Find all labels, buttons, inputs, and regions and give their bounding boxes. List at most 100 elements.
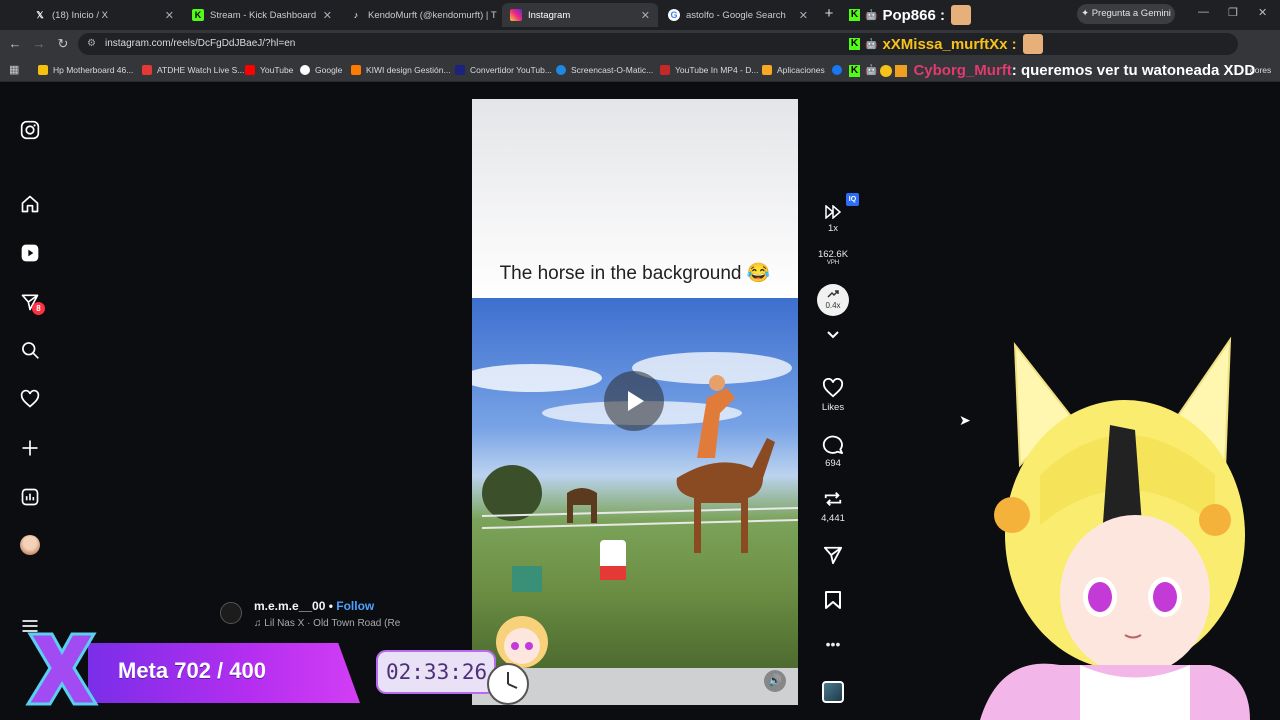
kick-icon: K [192,9,204,21]
repost-button[interactable]: 4,441 [813,489,853,524]
bookmark-label: ATDHE Watch Live S... [157,65,245,75]
repost-icon [824,491,842,507]
save-button[interactable] [813,590,853,614]
close-icon[interactable]: ✕ [317,9,332,22]
bookmark-item[interactable]: Convertidor YouTub... [455,62,552,78]
tab-label: (18) Inicio / X [52,9,108,21]
chat-message: K 🤖 xXMissa_murftXx : [849,34,1043,54]
bookmark-item[interactable]: Screencast-O-Matic... [556,62,653,78]
music-note-icon: ♫ [254,618,265,629]
tab-label: KendoMurft (@kendomurft) | T [368,9,497,21]
comments-count: 694 [825,458,841,469]
tab-x[interactable]: 𝕏 (18) Inicio / X ✕ [26,3,182,27]
new-tab-button[interactable]: + [820,5,838,23]
audio-row[interactable]: ♫ Lil Nas X · Old Town Road (Re [254,618,400,629]
tab-kick[interactable]: K Stream - Kick Dashboard ✕ [184,3,340,27]
avatar[interactable] [18,533,42,557]
bookmark-item[interactable]: YouTube [245,62,293,78]
forward-icon[interactable]: → [30,35,48,53]
url-input[interactable]: ⚙ instagram.com/reels/DcFgDdJBaeJ/?hl=en [78,33,1238,55]
share-button[interactable] [813,545,853,569]
emote-icon [950,5,971,25]
gemini-button[interactable]: ✦ Pregunta a Gemini [1077,4,1175,24]
facebook-icon [832,65,842,75]
dashboard-icon[interactable] [18,485,42,509]
apps-grid-icon[interactable]: ▦ [9,63,19,76]
x-logo-icon [25,632,99,706]
reload-icon[interactable]: ↻ [54,35,72,53]
site-icon [455,65,465,75]
bookmark-item[interactable]: KIWI design Gestión... [351,62,451,78]
bookmark-label: Hp Motherboard 46... [53,65,134,75]
search-icon[interactable] [18,338,42,362]
bookmark-item[interactable]: Aplicaciones [762,62,825,78]
emote-icon [1022,34,1043,54]
chevron-down-button[interactable] [813,330,853,344]
restore-icon[interactable]: ❐ [1228,6,1238,19]
heart-icon[interactable] [18,387,42,411]
speed-label: 1x [827,223,839,234]
chat-username: Pop866 : [882,6,945,24]
comment-button[interactable]: 694 [813,434,853,469]
author-name[interactable]: m.e.m.e__00 [254,599,325,613]
chibi-clock-icon [487,616,548,705]
vph-stat: 162.6K VPH [813,249,853,266]
chat-username: xXMissa_murftXx : [882,35,1017,53]
bookmark-item[interactable] [832,62,847,78]
address-bar-row: ← → ↻ ⚙ instagram.com/reels/DcFgDdJBaeJ/… [0,30,1280,58]
more-options-button[interactable]: ••• [813,636,853,652]
audio-thumbnail[interactable] [822,681,844,703]
kick-icon: K [849,38,860,50]
close-icon[interactable]: ✕ [793,9,808,22]
close-window-icon[interactable]: ✕ [1258,6,1267,19]
follow-button[interactable]: Follow [336,599,374,613]
site-info-icon[interactable]: ⚙ [87,33,96,55]
instagram-icon [510,9,522,21]
heart-icon [822,378,844,398]
author-avatar[interactable] [220,602,242,624]
play-icon [628,391,644,411]
create-icon[interactable] [18,436,42,460]
tab-bar: 𝕏 (18) Inicio / X ✕ K Stream - Kick Dash… [0,0,1280,30]
bookmark-label: YouTube [260,65,294,75]
google-icon [300,65,310,75]
like-button[interactable]: Likes [813,378,853,413]
messages-badge: 8 [32,302,45,315]
bookmark-label: YouTube In MP4 - D... [675,65,759,75]
youtube-icon [245,65,255,75]
trend-button[interactable]: 0.4x [817,284,849,316]
reels-icon[interactable] [18,241,42,265]
back-icon[interactable]: ← [6,35,24,53]
site-icon [660,65,670,75]
bookmark-item[interactable]: ATDHE Watch Live S... [142,62,244,78]
folder-icon [38,65,48,75]
volume-icon[interactable]: 🔊 [764,670,786,692]
bookmark-label: Screencast-O-Matic... [571,65,654,75]
more-icon: ••• [825,636,841,652]
chat-message: K 🤖 Pop866 : [849,5,971,25]
tab-google[interactable]: G astolfo - Google Search ✕ [660,3,816,27]
instagram-logo-icon[interactable] [18,118,42,142]
author-row: m.e.m.e__00 • Follow [254,599,375,613]
bookmark-item[interactable]: Hp Motherboard 46... [38,62,133,78]
tab-label: Instagram [528,9,571,21]
home-icon[interactable] [18,192,42,216]
tab-instagram[interactable]: Instagram ✕ [502,3,658,27]
sparkle-icon: ✦ [1081,8,1092,19]
play-button[interactable] [604,371,664,431]
close-icon[interactable]: ✕ [159,9,174,22]
reposts-count: 4,441 [821,513,845,524]
minimize-icon[interactable]: — [1198,6,1209,18]
bookmark-item[interactable]: Google [300,62,342,78]
bookmark-item[interactable]: YouTube In MP4 - D... [660,62,758,78]
google-icon: G [668,9,680,21]
bot-icon: 🤖 [865,38,878,50]
kick-icon: K [849,9,860,21]
x-icon: 𝕏 [36,10,44,20]
tab-label: Stream - Kick Dashboard [210,9,317,21]
fast-forward-icon [825,205,841,219]
tab-tiktok[interactable]: ♪ KendoMurft (@kendomurft) | T [342,3,500,27]
speed-button[interactable]: 1x [813,205,853,234]
close-icon[interactable]: ✕ [635,9,650,22]
badge-icon [880,64,893,77]
